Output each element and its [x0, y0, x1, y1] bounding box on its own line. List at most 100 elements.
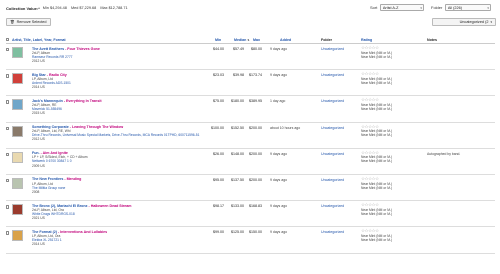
- media-condition[interactable]: Near Mint (NM or M-): [361, 182, 392, 186]
- price-max: $200.00: [249, 151, 262, 156]
- sleeve-condition[interactable]: Near Mint (NM or M-): [361, 81, 392, 85]
- chevron-down-icon: ▾: [420, 5, 422, 10]
- table-row: Big Star - Radio City LP, Album, Ltd Ard…: [6, 70, 495, 97]
- remove-selected-button[interactable]: 🗑 Remove Selected: [6, 18, 51, 26]
- price-min: $23.03: [213, 73, 224, 78]
- release-year: 2012 US: [32, 58, 45, 63]
- price-max: $200.00: [249, 125, 262, 130]
- release-year: 2014 US: [32, 242, 45, 247]
- collection-toolbar: 🗑 Remove Selected Uncategorized (2 ▾: [0, 17, 500, 27]
- rating-cell: ☆☆☆☆☆ Near Mint (NM or M-) Near Mint (NM…: [361, 45, 392, 59]
- sort-select[interactable]: Artist A-Z ▾: [380, 4, 425, 11]
- notes-cell[interactable]: Autographed by band.: [427, 152, 460, 156]
- album-cover-image[interactable]: [12, 177, 23, 189]
- row-checkbox[interactable]: [6, 48, 10, 52]
- table-row: Something Corporate - Leaving Through Th…: [6, 123, 495, 149]
- folder-select[interactable]: All (226) ▾: [445, 4, 492, 11]
- row-checkbox[interactable]: [6, 178, 10, 183]
- collection-summary-bar: Collection Value:* Min $4,294.48 Med $7,…: [0, 0, 500, 16]
- album-cover-image[interactable]: [12, 73, 23, 85]
- folder-link[interactable]: Uncategorized: [321, 47, 344, 51]
- folder-link[interactable]: Uncategorized: [321, 126, 344, 130]
- date-added: 9 days ago: [270, 204, 288, 209]
- folder-link[interactable]: Uncategorized: [321, 204, 344, 208]
- sleeve-condition[interactable]: Near Mint (NM or M-): [361, 133, 392, 137]
- release-year: 2012 US: [32, 137, 45, 142]
- collection-value-stats: Min $4,294.48 Med $7,229.68 Max $12,788.…: [43, 6, 131, 10]
- rating-cell: ☆☆☆☆☆ Near Mint (NM or M-) Near Mint (NM…: [361, 203, 392, 216]
- album-cover-image[interactable]: [12, 204, 23, 216]
- folder-link[interactable]: Uncategorized: [321, 230, 344, 234]
- value-max: Max $12,788.71: [100, 6, 128, 10]
- price-min: $99.00: [213, 230, 224, 235]
- release-year: 2014 US: [32, 84, 45, 89]
- table-row: The Bronx (2), Mariachi El Bronx - Hallo…: [6, 201, 495, 228]
- collection-table: Artist, Title, Label, Year, Format Min M…: [6, 36, 495, 254]
- album-cover-image[interactable]: [12, 47, 23, 58]
- remove-selected-label: Remove Selected: [16, 20, 47, 24]
- date-added: about 10 hours ago: [270, 125, 301, 130]
- release-info: Jack's Mannequin - Everything In Transit…: [32, 99, 212, 115]
- sleeve-condition[interactable]: Near Mint (NM or M-): [361, 186, 392, 190]
- col-header-artist[interactable]: Artist, Title, Label, Year, Format: [12, 38, 66, 42]
- sort-arrows-icon: ⇅: [247, 39, 250, 42]
- price-median: $125.00: [231, 230, 244, 235]
- folder-link[interactable]: Uncategorized: [321, 73, 344, 77]
- price-max: $389.95: [249, 99, 262, 104]
- chevron-down-icon: ▾: [487, 5, 489, 10]
- folder-control: Folder All (226) ▾: [431, 4, 492, 11]
- price-median: $152.50: [231, 125, 244, 130]
- price-max: $173.74: [249, 73, 262, 78]
- price-max: $200.00: [249, 177, 262, 182]
- release-info: The Avett Brothers - Four Thieves Gone 2…: [32, 47, 212, 63]
- folder-selected-value: All (226): [447, 5, 462, 10]
- folder-label: Folder: [431, 5, 443, 10]
- row-checkbox[interactable]: [6, 205, 10, 209]
- col-header-max[interactable]: Max: [253, 38, 260, 42]
- sleeve-condition[interactable]: Near Mint (NM or M-): [361, 159, 392, 163]
- row-checkbox[interactable]: [6, 152, 10, 157]
- table-header: Artist, Title, Label, Year, Format Min M…: [6, 36, 495, 44]
- sleeve-condition[interactable]: Near Mint (NM or M-): [361, 107, 392, 111]
- row-checkbox[interactable]: [6, 126, 10, 130]
- price-max: $80.00: [251, 47, 262, 51]
- folder-link[interactable]: Uncategorized: [321, 99, 344, 103]
- date-added: 9 days ago: [270, 230, 288, 235]
- row-checkbox[interactable]: [6, 100, 10, 104]
- col-header-rating[interactable]: Rating: [361, 38, 372, 42]
- media-condition[interactable]: Near Mint (NM or M-): [361, 51, 392, 55]
- col-header-folder: Folder: [321, 38, 332, 42]
- row-checkbox[interactable]: [6, 231, 10, 235]
- release-label[interactable]: Drive-Thru Records, Universal Music Spec…: [32, 133, 212, 137]
- price-median: $137.50: [231, 177, 244, 182]
- col-header-added[interactable]: Added: [280, 38, 291, 42]
- table-row: Fun. - Aim And Ignite LP + LP, S/Sided, …: [6, 149, 495, 175]
- album-cover-image[interactable]: [12, 230, 23, 242]
- date-added: 9 days ago: [270, 177, 288, 182]
- row-checkbox[interactable]: [6, 74, 10, 78]
- move-to-folder-label: Uncategorized (2: [459, 20, 489, 24]
- table-row: The Format (2) - Interventions And Lulla…: [6, 227, 495, 254]
- sleeve-condition[interactable]: Near Mint (NM or M-): [361, 238, 392, 242]
- price-min: $98.17: [213, 204, 224, 209]
- folder-link[interactable]: Uncategorized: [321, 152, 344, 156]
- album-cover-image[interactable]: [12, 125, 23, 137]
- date-added: 9 days ago: [270, 151, 288, 156]
- album-cover-image[interactable]: [12, 99, 23, 111]
- date-added: 9 days ago: [270, 73, 288, 78]
- album-cover-image[interactable]: [12, 151, 23, 163]
- sleeve-condition[interactable]: Near Mint (NM or M-): [361, 55, 392, 59]
- move-to-folder-button[interactable]: Uncategorized (2 ▾: [432, 18, 496, 26]
- release-year: 2015 US: [32, 111, 45, 116]
- select-all-checkbox[interactable]: [6, 38, 10, 42]
- rating-cell: ☆☆☆☆☆ Near Mint (NM or M-) Near Mint (NM…: [361, 176, 392, 190]
- trash-icon: 🗑: [10, 20, 15, 24]
- col-header-median[interactable]: Median⇅: [234, 38, 250, 42]
- folder-link[interactable]: Uncategorized: [321, 178, 344, 182]
- date-added: 9 days ago: [270, 47, 288, 51]
- price-median: $148.00: [231, 151, 244, 156]
- price-min: $26.00: [213, 151, 224, 156]
- col-header-min[interactable]: Min: [215, 38, 221, 42]
- sleeve-condition[interactable]: Near Mint (NM or M-): [361, 212, 392, 216]
- table-body: The Avett Brothers - Four Thieves Gone 2…: [6, 44, 495, 254]
